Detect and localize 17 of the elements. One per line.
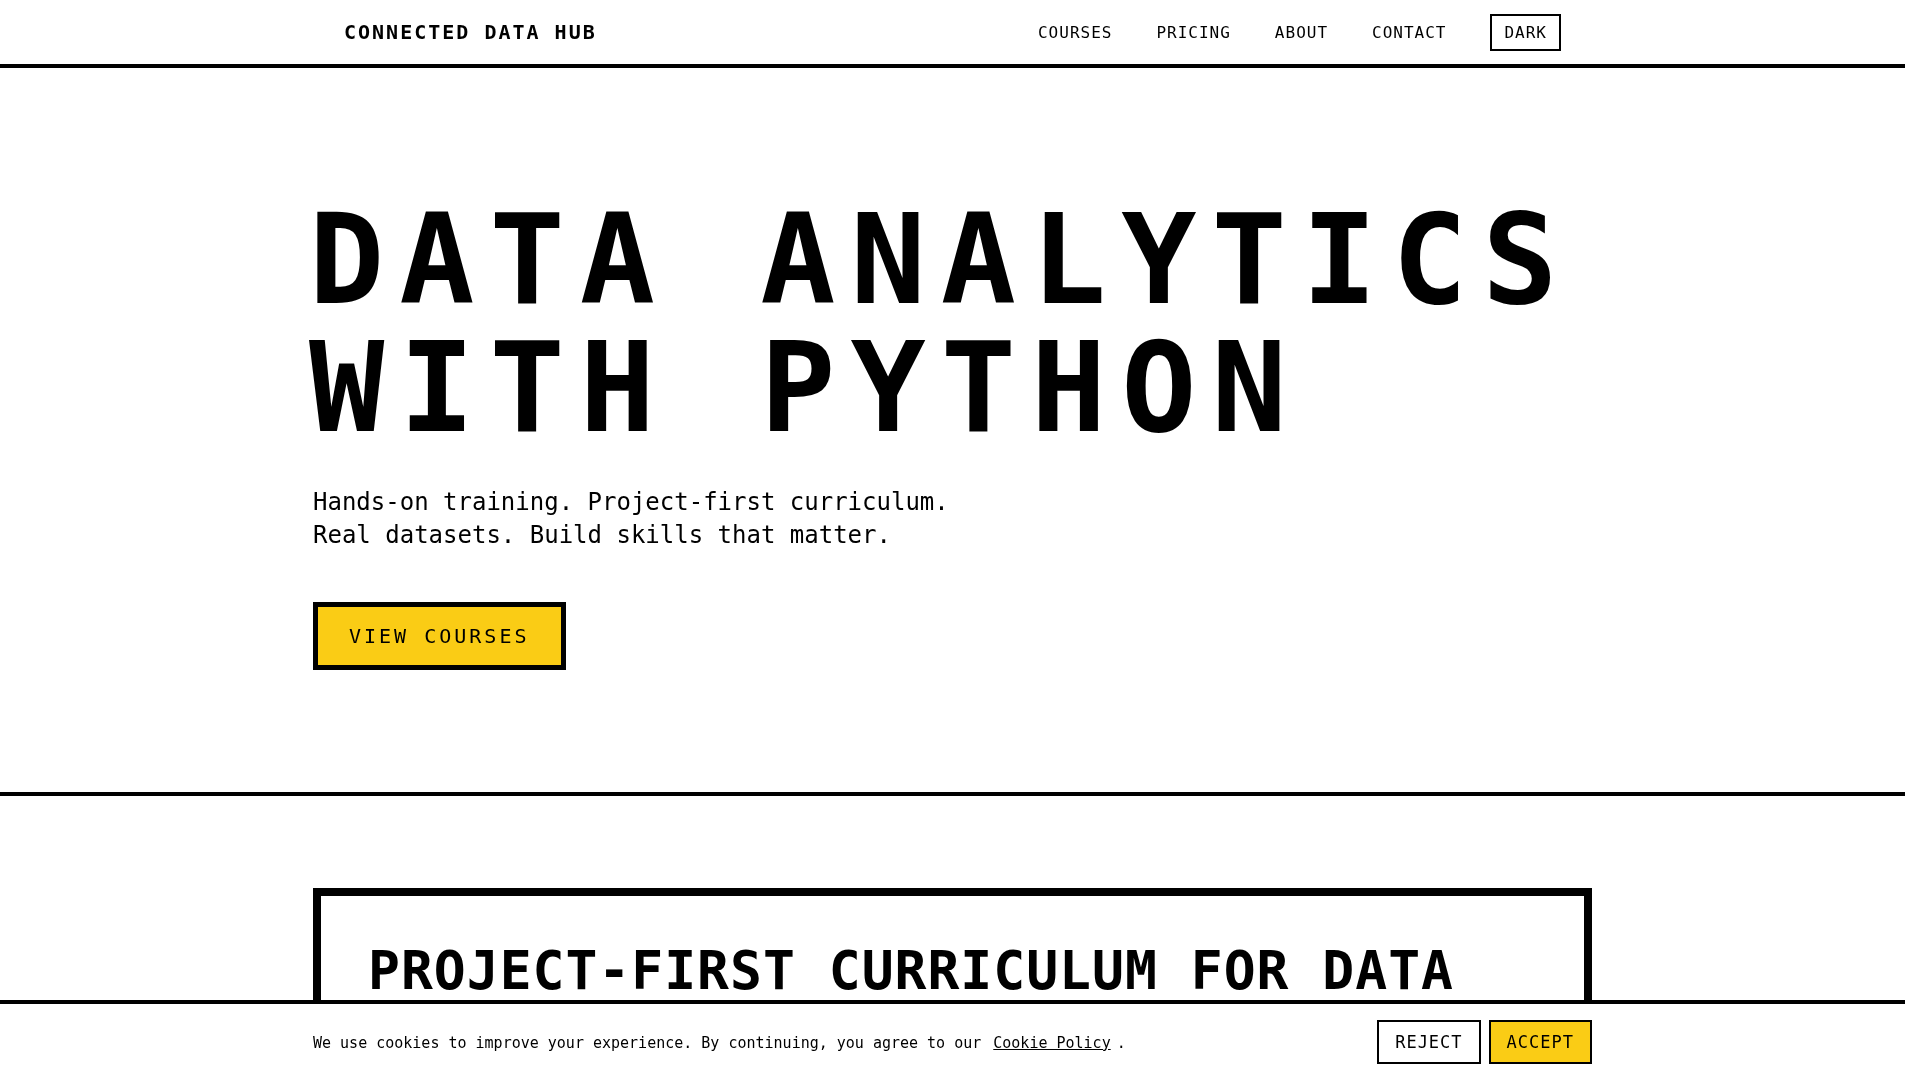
accept-button[interactable]: ACCEPT — [1488, 1020, 1592, 1064]
theme-button[interactable]: DARK — [1490, 13, 1561, 51]
card-title: PROJECT-FIRST CURRICULUM FOR DATA — [368, 941, 1455, 1001]
cookie-text: We use cookies to improve your experience. By continuing, you agree to our — [313, 1033, 982, 1052]
site-logo[interactable]: CONNECTED DATA HUB — [344, 20, 597, 44]
hero-title: WITH PYTHON — [309, 324, 1303, 452]
nav-link[interactable]: PRICING — [1156, 22, 1231, 42]
cookie-policy-link[interactable]: Cookie Policy — [993, 1033, 1111, 1052]
hero-subtitle: Real datasets. Build skills that matter. — [313, 520, 892, 551]
nav-link[interactable]: ABOUT — [1274, 22, 1329, 42]
nav-link[interactable]: COURSES — [1038, 22, 1113, 42]
view-courses-button[interactable]: VIEW COURSES — [313, 602, 566, 670]
cookie-text-end: . — [1116, 1033, 1126, 1052]
nav-link[interactable]: CONTACT — [1372, 22, 1447, 42]
hero-title: DATA ANALYTICS — [309, 196, 1573, 324]
hero-subtitle: Hands-on training. Project-first curriculum. — [313, 487, 949, 518]
reject-button[interactable]: REJECT — [1377, 1020, 1481, 1064]
